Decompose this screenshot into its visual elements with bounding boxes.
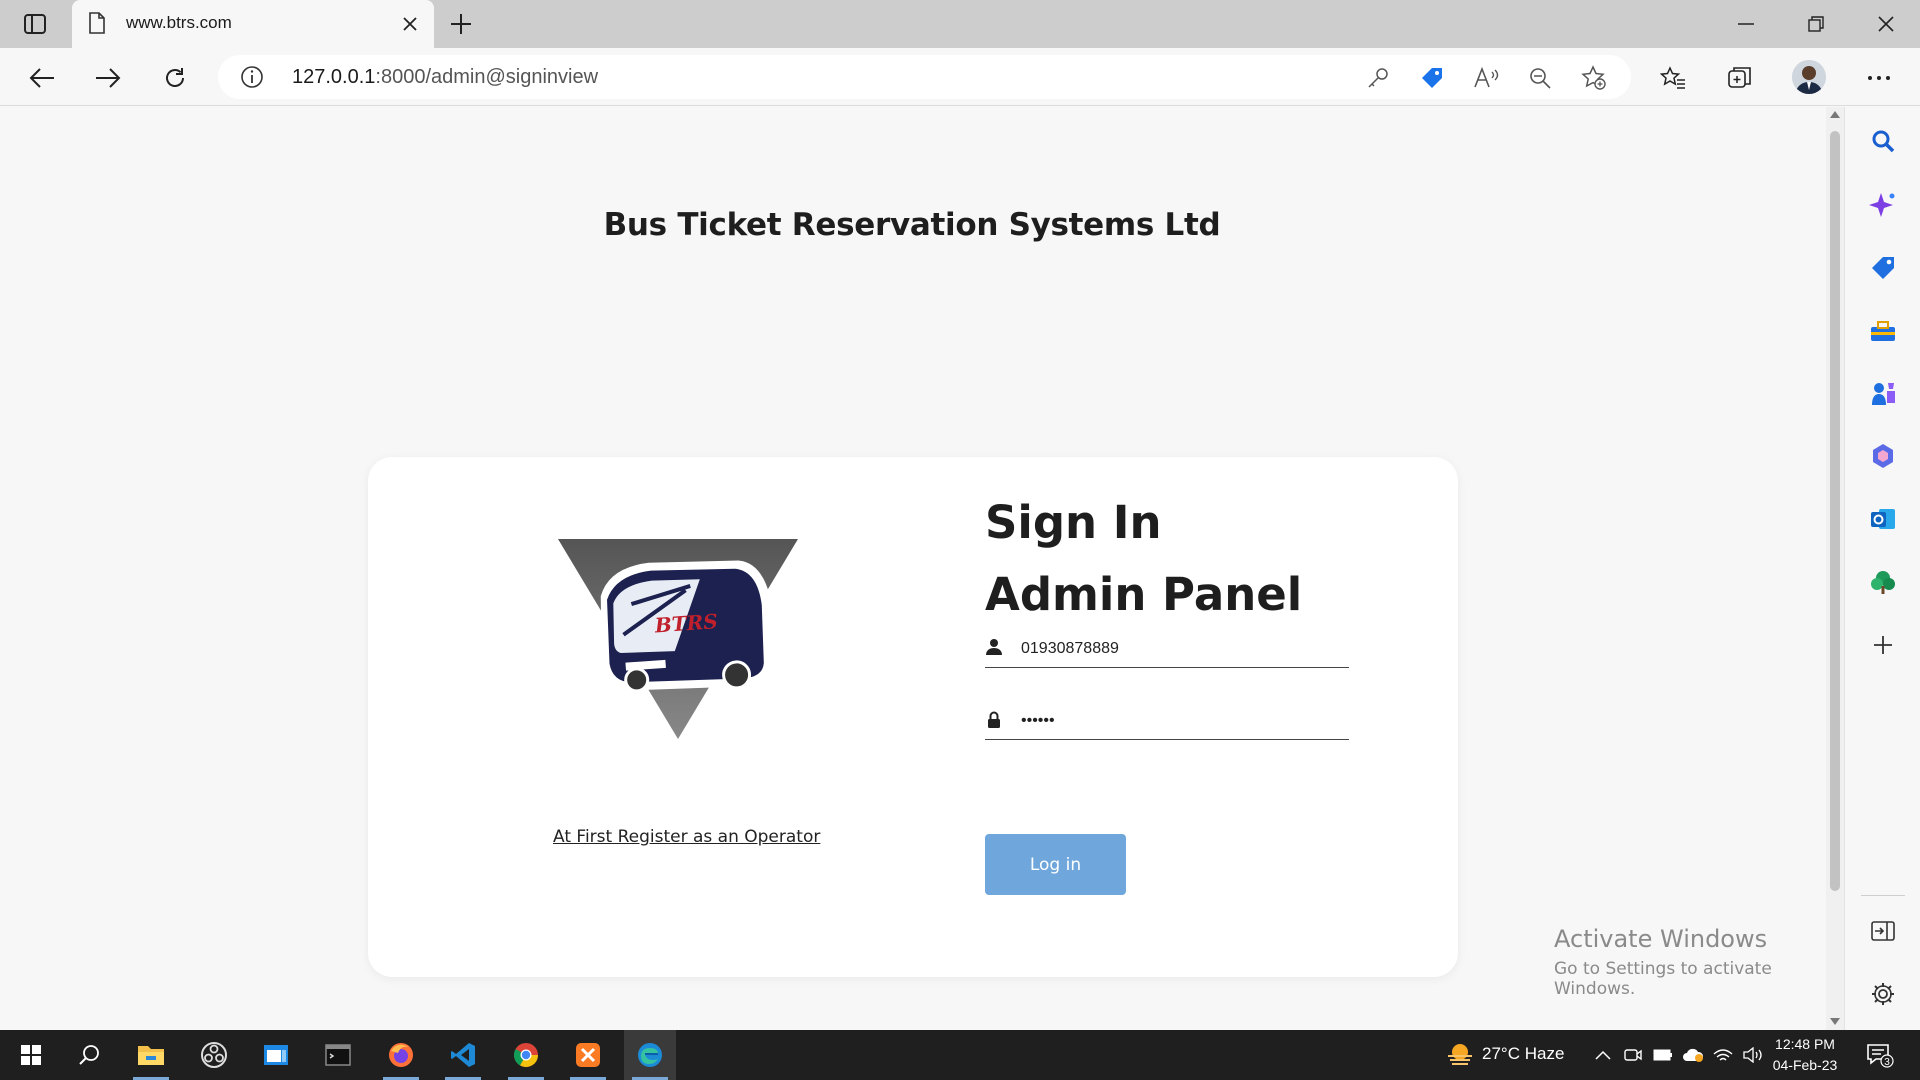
page-scrollbar[interactable] (1826, 107, 1844, 1030)
read-aloud-icon[interactable] (1472, 65, 1500, 91)
sidebar-shopping-icon[interactable] (1867, 252, 1899, 284)
edge-sidebar (1844, 107, 1920, 1030)
browser-toolbar: 127.0.0.1:8000/admin@signinview (0, 48, 1920, 106)
system-clock[interactable]: 12:48 PM 04-Feb-23 (1770, 1034, 1840, 1076)
sidebar-discover-icon[interactable] (1867, 189, 1899, 221)
scroll-up-icon[interactable] (1830, 111, 1840, 119)
password-key-icon[interactable] (1364, 65, 1392, 91)
weather-widget[interactable]: 27°C Haze (1446, 1042, 1564, 1066)
btrs-bus-logo: BTRS (558, 539, 798, 739)
restore-icon[interactable] (1796, 10, 1836, 38)
username-input[interactable] (1021, 634, 1341, 664)
sidebar-outlook-icon[interactable] (1867, 503, 1899, 535)
site-info-icon[interactable] (240, 65, 264, 93)
more-options-icon[interactable] (1864, 63, 1894, 93)
collections-icon[interactable] (1725, 63, 1755, 93)
activate-windows-watermark: Activate Windows Go to Settings to activ… (1554, 925, 1834, 999)
clock-time: 12:48 PM (1775, 1036, 1835, 1052)
address-bar[interactable]: 127.0.0.1:8000/admin@signinview (218, 55, 1631, 99)
sidebar-tools-icon[interactable] (1867, 315, 1899, 347)
browser-tab-bar: www.btrs.com (0, 0, 1920, 48)
minimize-icon[interactable] (1726, 10, 1766, 38)
windows-start-icon[interactable] (5, 1030, 57, 1080)
clock-date: 04-Feb-23 (1772, 1057, 1838, 1073)
profile-avatar[interactable] (1792, 60, 1826, 94)
login-button[interactable]: Log in (985, 834, 1126, 895)
form-title: Sign In Admin Panel (985, 496, 1303, 621)
windows-taskbar: 27°C Haze 12:48 PM 04-Feb-23 3 (0, 1030, 1920, 1080)
watermark-line1: Activate Windows (1554, 925, 1768, 953)
obs-icon[interactable] (188, 1030, 240, 1080)
search-icon[interactable] (63, 1030, 115, 1080)
firefox-icon[interactable] (375, 1030, 427, 1080)
show-hidden-icons-chevron-icon[interactable] (1592, 1044, 1614, 1066)
forward-icon[interactable] (90, 60, 126, 96)
sidebar-divider (1861, 895, 1905, 896)
haze-sun-icon (1448, 1044, 1472, 1065)
wifi-icon[interactable] (1712, 1044, 1734, 1066)
browser-tab[interactable]: www.btrs.com (72, 0, 434, 48)
user-icon (986, 639, 1002, 655)
terminal-icon[interactable] (312, 1030, 364, 1080)
scroll-down-icon[interactable] (1830, 1018, 1840, 1026)
back-icon[interactable] (24, 60, 60, 96)
sidebar-settings-icon[interactable] (1867, 978, 1899, 1010)
lock-icon (988, 711, 1000, 728)
page-icon (88, 12, 106, 38)
close-window-icon[interactable] (1866, 10, 1906, 38)
sidebar-search-icon[interactable] (1867, 125, 1899, 157)
signin-card: BTRS At First Register as an Operator Si… (368, 457, 1458, 977)
watermark-line2: Go to Settings to activate Windows. (1554, 959, 1772, 999)
sidebar-drop-icon[interactable] (1867, 566, 1899, 598)
password-field (985, 704, 1349, 740)
register-operator-link[interactable]: At First Register as an Operator (553, 827, 820, 847)
meet-now-icon[interactable] (1622, 1044, 1644, 1066)
username-field (985, 632, 1349, 668)
sidebar-office-icon[interactable] (1867, 440, 1899, 472)
add-favorite-icon[interactable] (1580, 65, 1608, 91)
zoom-out-icon[interactable] (1526, 65, 1554, 91)
vscode-icon[interactable] (437, 1030, 489, 1080)
volume-icon[interactable] (1742, 1044, 1764, 1066)
sidebar-add-icon[interactable] (1867, 629, 1899, 661)
page-viewport: Bus Ticket Reservation Systems Ltd BTRS … (0, 107, 1834, 1030)
refresh-icon[interactable] (157, 60, 193, 96)
site-title: Bus Ticket Reservation Systems Ltd (603, 207, 1221, 243)
tab-actions-icon[interactable] (18, 10, 52, 38)
sidebar-hide-icon[interactable] (1867, 915, 1899, 947)
tab-title: www.btrs.com (126, 13, 232, 32)
weather-text: 27°C Haze (1482, 1044, 1565, 1063)
onedrive-icon[interactable] (1682, 1044, 1704, 1066)
new-tab-icon[interactable] (446, 10, 476, 38)
url-text[interactable]: 127.0.0.1:8000/admin@signinview (292, 66, 598, 89)
battery-icon[interactable] (1652, 1044, 1674, 1066)
edge-icon[interactable] (624, 1030, 676, 1080)
shopping-tag-icon[interactable] (1418, 65, 1446, 91)
xampp-icon[interactable] (562, 1030, 614, 1080)
favorites-icon[interactable] (1658, 63, 1688, 93)
chrome-icon[interactable] (500, 1030, 552, 1080)
notification-center-icon[interactable]: 3 (1866, 1042, 1894, 1072)
notification-count: 3 (1884, 1057, 1890, 1068)
file-explorer-icon[interactable] (125, 1030, 177, 1080)
logo-text: BTRS (653, 609, 718, 637)
password-input[interactable] (1021, 706, 1341, 736)
scrollbar-thumb[interactable] (1830, 131, 1840, 891)
sidebar-games-icon[interactable] (1867, 377, 1899, 409)
close-tab-icon[interactable] (398, 12, 422, 36)
notepad-icon[interactable] (250, 1030, 302, 1080)
